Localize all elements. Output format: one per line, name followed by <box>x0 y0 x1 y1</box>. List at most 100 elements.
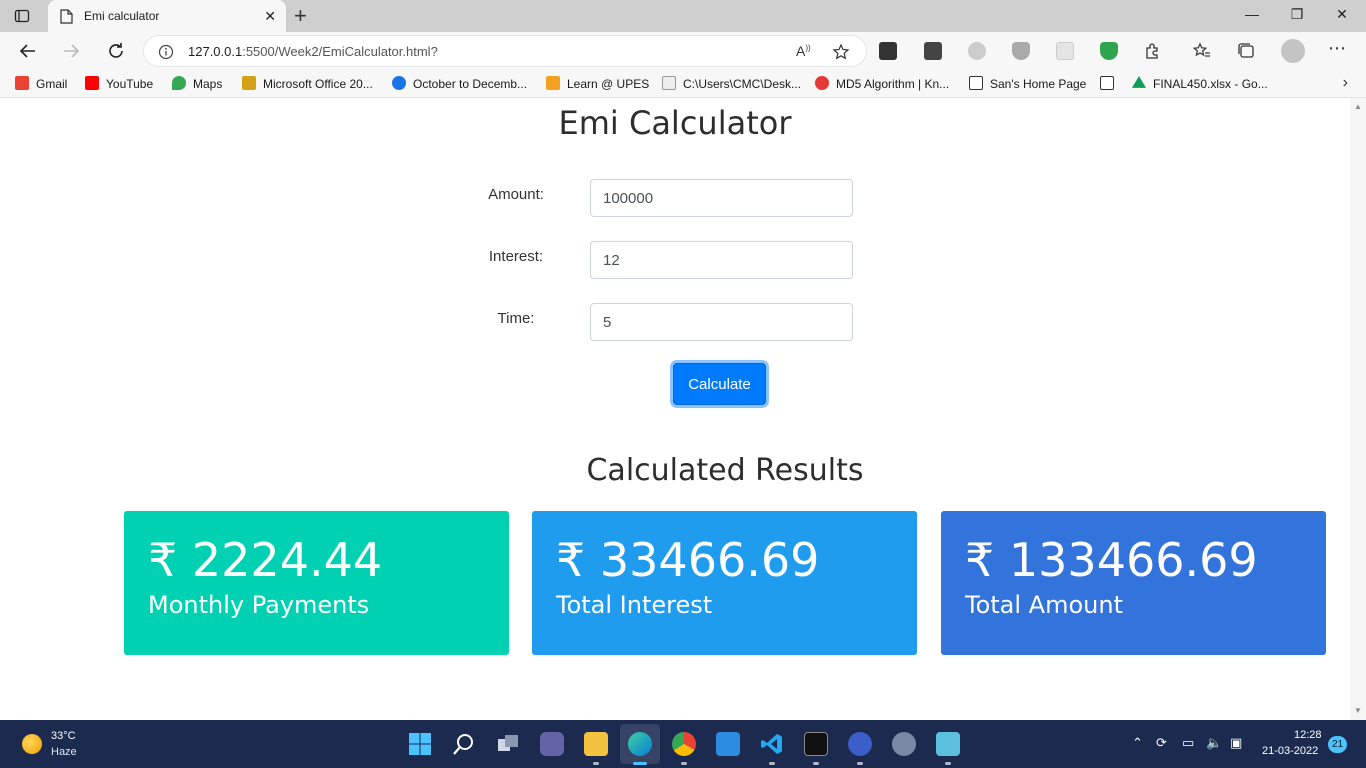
more-menu-icon[interactable]: ⋯ <box>1328 38 1346 59</box>
page-icon <box>969 76 983 90</box>
total-amount-card: ₹ 133466.69 Total Amount <box>941 511 1326 655</box>
shield-check-extension-icon[interactable] <box>1100 42 1118 60</box>
running-indicator <box>593 762 599 765</box>
scroll-down-icon[interactable]: ▼ <box>1354 706 1362 715</box>
file-icon <box>662 76 676 90</box>
display-icon[interactable]: ▭ <box>1182 735 1194 751</box>
task-view-icon[interactable] <box>496 732 520 756</box>
collections-icon[interactable] <box>1236 41 1256 61</box>
new-tab-icon[interactable]: + <box>294 3 307 29</box>
monthly-payment-card: ₹ 2224.44 Monthly Payments <box>124 511 509 655</box>
app-icon[interactable] <box>848 732 872 756</box>
extensions-icon[interactable] <box>1143 41 1163 61</box>
bookmark-youtube[interactable]: YouTube <box>85 76 153 91</box>
chrome-icon[interactable] <box>672 732 696 756</box>
maps-pin-icon <box>172 76 186 90</box>
extension-icon[interactable] <box>924 42 942 60</box>
running-indicator <box>681 762 687 765</box>
address-bar[interactable]: 127.0.0.1:5500/Week2/EmiCalculator.html?… <box>143 35 867 67</box>
bookmark-home-page[interactable]: San's Home Page <box>969 76 1086 91</box>
total-interest-label: Total Interest <box>556 591 713 619</box>
add-favorite-icon[interactable] <box>832 43 850 61</box>
refresh-icon[interactable] <box>105 40 127 62</box>
site-info-icon[interactable] <box>158 44 174 60</box>
learn-icon <box>546 76 560 90</box>
browser-toolbar: 127.0.0.1:5500/Week2/EmiCalculator.html?… <box>0 32 1366 70</box>
back-icon[interactable] <box>17 40 39 62</box>
total-interest-card: ₹ 33466.69 Total Interest <box>532 511 917 655</box>
interest-input[interactable] <box>590 241 853 279</box>
weather-icon[interactable] <box>22 734 42 754</box>
bookmark-office[interactable]: Microsoft Office 20... <box>242 76 373 91</box>
chevron-right-icon[interactable]: › <box>1343 74 1348 92</box>
monthly-payment-value: ₹ 2224.44 <box>148 533 383 587</box>
close-tab-icon[interactable]: ✕ <box>264 8 276 25</box>
file-explorer-icon[interactable] <box>584 732 608 756</box>
terminal-icon[interactable] <box>804 732 828 756</box>
page-scrollbar[interactable]: ▲ ▼ <box>1350 98 1366 720</box>
minimize-icon[interactable]: — <box>1242 6 1262 22</box>
url-host: 127.0.0.1 <box>188 44 243 59</box>
profile-avatar[interactable] <box>1281 39 1305 63</box>
forward-icon[interactable] <box>60 40 82 62</box>
edge-icon[interactable] <box>628 732 652 756</box>
page-icon <box>60 9 73 24</box>
bookmark-gmail[interactable]: Gmail <box>15 76 67 91</box>
office-icon <box>242 76 256 90</box>
weather-condition[interactable]: Haze <box>51 746 77 758</box>
bookmark-label: C:\Users\CMC\Desk... <box>683 77 802 91</box>
window-close-icon[interactable]: ✕ <box>1332 6 1352 23</box>
active-tab[interactable]: Emi calculator ✕ <box>48 0 286 32</box>
bookmark-label: Learn @ UPES <box>567 77 650 91</box>
extension-icon[interactable] <box>968 42 986 60</box>
bookmark-maps[interactable]: Maps <box>172 76 222 91</box>
bookmark-label: YouTube <box>106 77 154 91</box>
bookmark-untitled[interactable] <box>1100 76 1121 91</box>
bookmark-october[interactable]: October to Decemb... <box>392 76 527 91</box>
shield-extension-icon[interactable] <box>1012 42 1030 60</box>
time-input[interactable] <box>590 303 853 341</box>
bookmarks-bar: Gmail YouTube Maps Microsoft Office 20..… <box>0 70 1366 98</box>
vscode-icon[interactable] <box>760 732 784 756</box>
bookmark-label: Gmail <box>36 77 68 91</box>
clock-date[interactable]: 21-03-2022 <box>1262 745 1318 757</box>
extension-icon[interactable] <box>1056 42 1074 60</box>
settings-icon[interactable] <box>892 732 916 756</box>
clock-time[interactable]: 12:28 <box>1294 729 1322 741</box>
calculate-button[interactable]: Calculate <box>673 363 766 405</box>
bookmark-md5[interactable]: MD5 Algorithm | Kn... <box>815 76 949 91</box>
bookmark-label: MD5 Algorithm | Kn... <box>836 77 950 91</box>
show-hidden-icons[interactable]: ⌃ <box>1132 735 1143 751</box>
chat-icon[interactable] <box>540 732 564 756</box>
interest-label: Interest: <box>488 248 544 265</box>
running-indicator <box>945 762 951 765</box>
search-icon[interactable] <box>452 732 476 756</box>
youtube-icon <box>85 76 99 90</box>
notification-badge[interactable]: 21 <box>1328 736 1347 753</box>
start-icon[interactable] <box>408 732 432 756</box>
total-amount-value: ₹ 133466.69 <box>965 533 1258 587</box>
notepad-icon[interactable] <box>936 732 960 756</box>
volume-icon[interactable]: 🔈 <box>1206 735 1222 751</box>
mail-icon[interactable] <box>716 732 740 756</box>
page-content: Emi Calculator Amount: Interest: Time: C… <box>0 98 1350 720</box>
url-path: :5500/Week2/EmiCalculator.html? <box>242 44 438 59</box>
read-aloud-icon[interactable]: A)) <box>796 43 811 59</box>
bookmark-local-file[interactable]: C:\Users\CMC\Desk... <box>662 76 801 91</box>
url-text[interactable]: 127.0.0.1:5500/Week2/EmiCalculator.html? <box>188 44 438 59</box>
bookmark-upes[interactable]: Learn @ UPES <box>546 76 649 91</box>
amount-input[interactable] <box>590 179 853 217</box>
favorites-icon[interactable] <box>1192 41 1212 61</box>
sync-icon[interactable]: ⟳ <box>1156 735 1167 751</box>
page-title: Emi Calculator <box>558 104 792 142</box>
restore-icon[interactable]: ❐ <box>1287 6 1307 23</box>
bookmark-final450[interactable]: FINAL450.xlsx - Go... <box>1132 76 1268 91</box>
weather-temperature[interactable]: 33°C <box>51 730 76 742</box>
md5-site-icon <box>815 76 829 90</box>
selenium-extension-icon[interactable] <box>879 42 897 60</box>
scroll-up-icon[interactable]: ▲ <box>1354 102 1362 111</box>
battery-icon[interactable]: ▣ <box>1230 735 1242 751</box>
running-indicator <box>769 762 775 765</box>
tab-actions-icon[interactable] <box>14 8 30 24</box>
taskbar: 33°C Haze ⌃ ⟳ ▭ 🔈 ▣ 12:28 21-03-2022 21 <box>0 720 1366 768</box>
